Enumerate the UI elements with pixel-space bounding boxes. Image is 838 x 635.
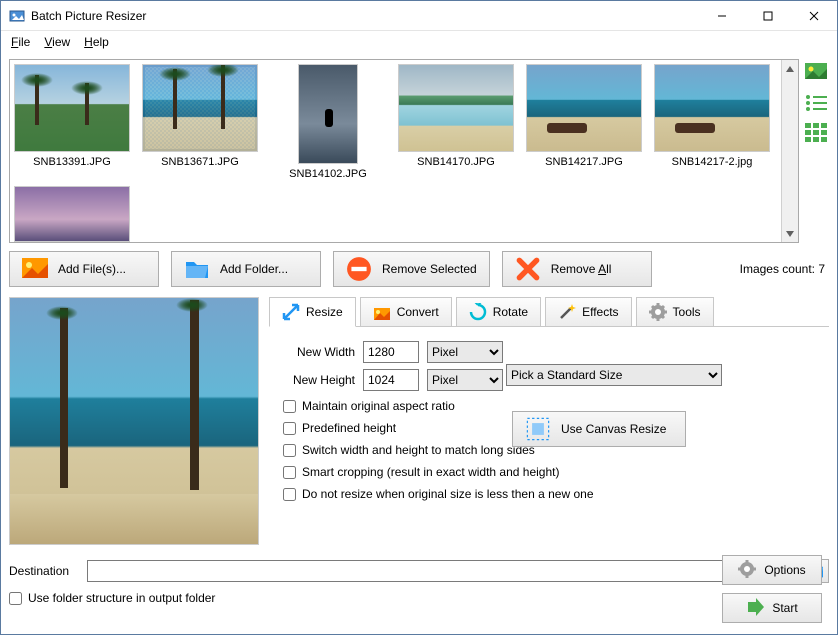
thumbnail-item[interactable]: SNB14170.JPG — [398, 64, 514, 180]
standard-size-select[interactable]: Pick a Standard Size — [506, 364, 722, 386]
height-unit-select[interactable]: Pixel — [427, 369, 503, 391]
switch-wh-checkbox[interactable] — [283, 444, 296, 457]
tab-label: Tools — [673, 305, 701, 319]
new-width-label: New Width — [277, 345, 355, 359]
thumbnail-list[interactable]: SNB13391.JPG SNB13671.JPG SNB14102.JPG S… — [9, 59, 799, 243]
view-list-button[interactable] — [805, 93, 827, 113]
thumbnail-item[interactable] — [14, 186, 130, 242]
menubar: File View Help — [1, 31, 837, 53]
button-label: Start — [772, 601, 797, 615]
tab-label: Effects — [582, 305, 618, 319]
thumbnail-item[interactable]: SNB14102.JPG — [270, 64, 386, 180]
maximize-button[interactable] — [745, 1, 791, 31]
predefined-height-checkbox[interactable] — [283, 422, 296, 435]
thumbnail-caption: SNB14217.JPG — [545, 156, 623, 168]
no-resize-checkbox[interactable] — [283, 488, 296, 501]
scroll-up-button[interactable] — [782, 60, 798, 77]
check-label: Predefined height — [302, 421, 396, 435]
check-label: Maintain original aspect ratio — [302, 399, 455, 413]
menu-view[interactable]: View — [38, 33, 76, 51]
check-label: Do not resize when original size is less… — [302, 487, 594, 501]
tab-label: Rotate — [493, 305, 528, 319]
add-folder-button[interactable]: Add Folder... — [171, 251, 321, 287]
smart-crop-checkbox[interactable] — [283, 466, 296, 479]
check-label: Switch width and height to match long si… — [302, 443, 535, 457]
gear-icon — [649, 303, 667, 321]
canvas-icon — [525, 418, 551, 440]
tab-rotate[interactable]: Rotate — [456, 297, 541, 327]
button-label: Add Folder... — [220, 262, 288, 276]
menu-file[interactable]: File — [5, 33, 36, 51]
new-height-label: New Height — [277, 373, 355, 387]
rotate-icon — [469, 303, 487, 321]
close-button[interactable] — [791, 1, 837, 31]
folder-icon — [184, 258, 210, 280]
minimize-button[interactable] — [699, 1, 745, 31]
tab-resize[interactable]: Resize — [269, 297, 356, 327]
scrollbar[interactable] — [781, 60, 798, 242]
remove-icon — [346, 258, 372, 280]
x-icon — [515, 258, 541, 280]
thumbnail-item[interactable]: SNB13671.JPG — [142, 64, 258, 180]
thumbnail-caption: SNB14217-2.jpg — [672, 156, 753, 168]
remove-selected-button[interactable]: Remove Selected — [333, 251, 490, 287]
resize-icon — [282, 303, 300, 321]
thumbnail-caption: SNB13671.JPG — [161, 156, 239, 168]
destination-combo[interactable] — [87, 560, 791, 582]
thumbnail-caption: SNB13391.JPG — [33, 156, 111, 168]
thumbnail-item[interactable]: SNB14217-2.jpg — [654, 64, 770, 180]
tab-label: Resize — [306, 305, 343, 319]
new-height-input[interactable] — [363, 369, 419, 391]
add-files-button[interactable]: Add File(s)... — [9, 251, 159, 287]
thumbnail-item[interactable]: SNB14217.JPG — [526, 64, 642, 180]
canvas-resize-button[interactable]: Use Canvas Resize — [512, 411, 686, 447]
view-details-button[interactable] — [805, 123, 827, 143]
button-label: Remove Selected — [382, 262, 477, 276]
menu-help[interactable]: Help — [78, 33, 115, 51]
maintain-ratio-checkbox[interactable] — [283, 400, 296, 413]
thumbnail-caption: SNB14102.JPG — [289, 168, 367, 180]
remove-all-button[interactable]: Remove All — [502, 251, 652, 287]
start-button[interactable]: Start — [722, 593, 822, 623]
new-width-input[interactable] — [363, 341, 419, 363]
thumbnail-item[interactable]: SNB13391.JPG — [14, 64, 130, 180]
gear-icon — [738, 560, 756, 581]
options-button[interactable]: Options — [722, 555, 822, 585]
effects-icon — [558, 303, 576, 321]
play-icon — [746, 598, 764, 619]
image-icon — [22, 258, 48, 280]
tab-convert[interactable]: Convert — [360, 297, 452, 327]
app-icon — [9, 8, 25, 24]
button-label: Remove All — [551, 262, 612, 276]
button-label: Add File(s)... — [58, 262, 126, 276]
tab-label: Convert — [397, 305, 439, 319]
window-title: Batch Picture Resizer — [31, 9, 699, 23]
tab-tools[interactable]: Tools — [636, 297, 714, 327]
preview-image — [9, 297, 259, 545]
titlebar: Batch Picture Resizer — [1, 1, 837, 31]
width-unit-select[interactable]: Pixel — [427, 341, 503, 363]
thumbnail-caption: SNB14170.JPG — [417, 156, 495, 168]
button-label: Use Canvas Resize — [561, 422, 666, 436]
check-label: Smart cropping (result in exact width an… — [302, 465, 559, 479]
folder-structure-checkbox[interactable] — [9, 592, 22, 605]
check-label: Use folder structure in output folder — [28, 591, 215, 605]
scroll-down-button[interactable] — [782, 225, 798, 242]
images-count-label: Images count: 7 — [740, 262, 829, 276]
view-thumbnails-button[interactable] — [805, 63, 827, 83]
tabs: Resize Convert Rotate Effects Tools — [269, 297, 829, 327]
tab-effects[interactable]: Effects — [545, 297, 631, 327]
destination-label: Destination — [9, 564, 79, 578]
convert-icon — [373, 303, 391, 321]
button-label: Options — [764, 563, 805, 577]
